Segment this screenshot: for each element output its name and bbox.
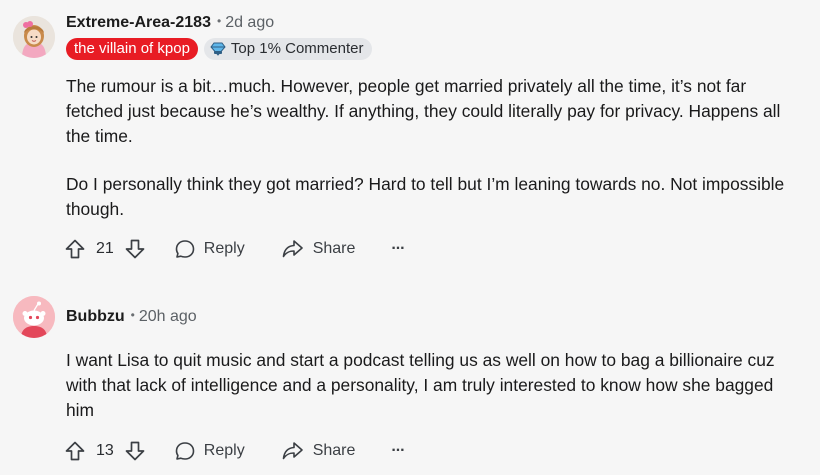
- upvote-icon[interactable]: [64, 238, 86, 260]
- reply-bubble-icon: [174, 440, 196, 462]
- reply-button[interactable]: Reply: [174, 238, 245, 260]
- author-name[interactable]: Extreme-Area-2183: [66, 14, 211, 31]
- badge-label: Top 1% Commenter: [230, 40, 364, 57]
- avatar[interactable]: [13, 16, 55, 58]
- share-button[interactable]: Share: [281, 440, 356, 462]
- avatar-icon: [13, 296, 55, 338]
- separator-dot: •: [216, 14, 222, 28]
- reply-bubble-icon: [174, 238, 196, 260]
- author-name[interactable]: Bubbzu: [66, 308, 125, 325]
- avatar-icon: [13, 16, 55, 58]
- user-flair: the villain of kpop: [66, 38, 198, 60]
- comment-paragraph: I want Lisa to quit music and start a po…: [66, 350, 775, 420]
- comment-paragraph: Do I personally think they got married? …: [66, 174, 785, 219]
- upvote-icon[interactable]: [64, 440, 86, 462]
- separator-dot: •: [130, 308, 135, 322]
- share-arrow-icon: [281, 440, 305, 462]
- downvote-icon[interactable]: [124, 238, 146, 260]
- top-commenter-badge[interactable]: Top 1% Commenter: [203, 38, 373, 60]
- flair-row: the villain of kpop Top 1% Commenter: [66, 38, 373, 60]
- share-button[interactable]: Share: [281, 238, 356, 260]
- comment-body: The rumour is a bit…much. However, peopl…: [66, 74, 806, 245]
- comment-body: I want Lisa to quit music and start a po…: [66, 348, 806, 446]
- more-options-button[interactable]: ···: [391, 240, 405, 258]
- vote-group: 13: [64, 440, 146, 462]
- diamond-badge-icon: [210, 42, 226, 56]
- more-options-icon: ···: [391, 442, 405, 459]
- vote-count: 13: [96, 442, 114, 459]
- more-options-icon: ···: [391, 240, 405, 257]
- more-options-button[interactable]: ···: [391, 442, 405, 460]
- vote-count: 21: [96, 240, 114, 257]
- share-label: Share: [312, 240, 356, 257]
- timestamp[interactable]: 20h ago: [139, 308, 197, 325]
- comment-header: Extreme-Area-2183 • 2d ago: [66, 14, 274, 32]
- reply-label: Reply: [203, 240, 245, 257]
- avatar[interactable]: [13, 296, 55, 338]
- share-arrow-icon: [281, 238, 305, 260]
- share-label: Share: [312, 442, 356, 459]
- comment-paragraph: The rumour is a bit…much. However, peopl…: [66, 76, 781, 146]
- downvote-icon[interactable]: [124, 440, 146, 462]
- comment-header: Bubbzu • 20h ago: [66, 308, 197, 326]
- vote-group: 21: [64, 238, 146, 260]
- action-bar: 21 Reply Share ···: [64, 237, 405, 261]
- reply-button[interactable]: Reply: [174, 440, 245, 462]
- reply-label: Reply: [203, 442, 245, 459]
- action-bar: 13 Reply Share ···: [64, 439, 405, 463]
- timestamp[interactable]: 2d ago: [225, 14, 274, 31]
